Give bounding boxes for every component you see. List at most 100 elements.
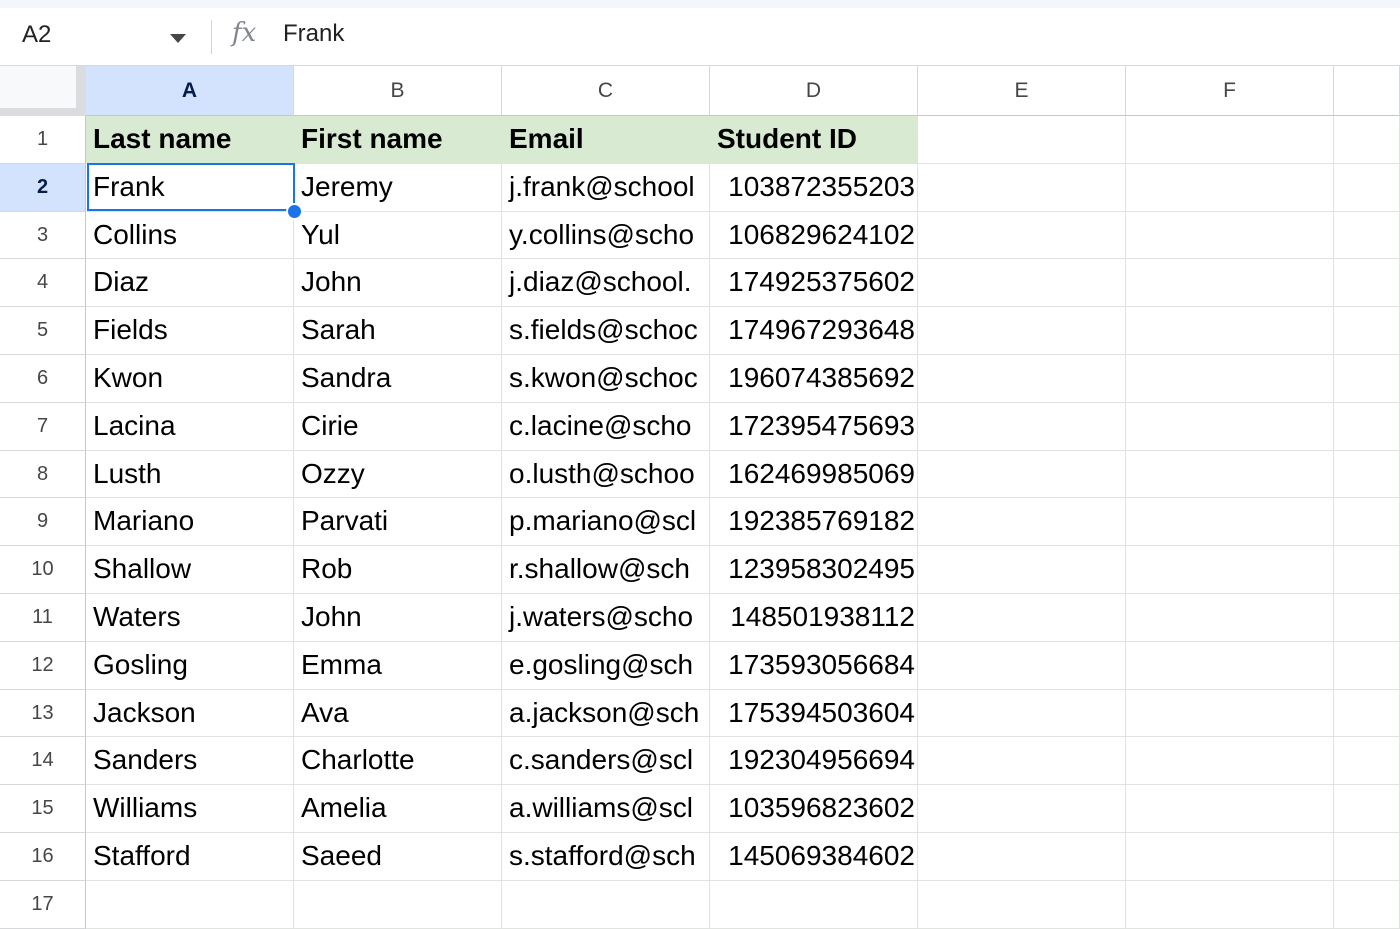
cell-f5[interactable]: [1126, 307, 1334, 355]
column-header-a[interactable]: A: [86, 66, 294, 116]
cell-c5[interactable]: s.fields@schoc: [502, 307, 710, 355]
cell-d3[interactable]: 106829624102: [710, 211, 918, 260]
cell-e3[interactable]: [918, 211, 1126, 260]
cell-a8[interactable]: Lusth: [86, 450, 294, 499]
cell-b8[interactable]: Ozzy: [294, 450, 502, 499]
cell-overflow[interactable]: [1334, 163, 1400, 212]
cell-c11[interactable]: j.waters@scho: [502, 594, 710, 642]
cell-c7[interactable]: c.lacine@scho: [502, 402, 710, 451]
cell-overflow[interactable]: [1334, 689, 1400, 738]
cell-overflow[interactable]: [1334, 307, 1400, 355]
cell-b13[interactable]: Ava: [294, 689, 502, 738]
cell-c2[interactable]: j.frank@school: [502, 163, 710, 212]
cell-a11[interactable]: Waters: [86, 594, 294, 642]
cell-f12[interactable]: [1126, 641, 1334, 690]
cell-f10[interactable]: [1126, 546, 1334, 594]
cell-e5[interactable]: [918, 307, 1126, 355]
column-header-c[interactable]: C: [502, 66, 710, 116]
cell-overflow[interactable]: [1334, 880, 1400, 929]
cell-e1[interactable]: [918, 116, 1126, 164]
cell-d4[interactable]: 174925375602: [710, 259, 918, 308]
cell-e15[interactable]: [918, 785, 1126, 833]
fill-handle[interactable]: [286, 203, 303, 220]
cell-e11[interactable]: [918, 594, 1126, 642]
cell-d15[interactable]: 103596823602: [710, 785, 918, 833]
cell-e6[interactable]: [918, 355, 1126, 403]
cell-d9[interactable]: 192385769182: [710, 498, 918, 547]
cell-b5[interactable]: Sarah: [294, 307, 502, 355]
row-header-3[interactable]: 3: [0, 211, 86, 260]
cell-overflow[interactable]: [1334, 450, 1400, 499]
cell-b12[interactable]: Emma: [294, 641, 502, 690]
cell-e10[interactable]: [918, 546, 1126, 594]
row-header-16[interactable]: 16: [0, 833, 86, 881]
cell-d6[interactable]: 196074385692: [710, 355, 918, 403]
cell-b11[interactable]: John: [294, 594, 502, 642]
cell-d17[interactable]: [710, 880, 918, 929]
cell-d14[interactable]: 192304956694: [710, 737, 918, 786]
cell-c10[interactable]: r.shallow@sch: [502, 546, 710, 594]
name-box-value[interactable]: A2: [22, 21, 51, 49]
cell-f17[interactable]: [1126, 880, 1334, 929]
cell-e16[interactable]: [918, 833, 1126, 881]
row-header-2[interactable]: 2: [0, 163, 86, 212]
cell-d10[interactable]: 123958302495: [710, 546, 918, 594]
row-header-14[interactable]: 14: [0, 737, 86, 786]
cell-c13[interactable]: a.jackson@sch: [502, 689, 710, 738]
cell-b9[interactable]: Parvati: [294, 498, 502, 547]
cell-f6[interactable]: [1126, 355, 1334, 403]
select-all-corner[interactable]: [0, 66, 86, 116]
cell-a1[interactable]: Last name: [86, 116, 294, 164]
cell-b17[interactable]: [294, 880, 502, 929]
row-header-9[interactable]: 9: [0, 498, 86, 547]
row-header-17[interactable]: 17: [0, 880, 86, 929]
row-header-12[interactable]: 12: [0, 641, 86, 690]
cell-b7[interactable]: Cirie: [294, 402, 502, 451]
cell-overflow[interactable]: [1334, 737, 1400, 786]
cell-overflow[interactable]: [1334, 546, 1400, 594]
row-header-4[interactable]: 4: [0, 259, 86, 308]
cell-a3[interactable]: Collins: [86, 211, 294, 260]
cell-d12[interactable]: 173593056684: [710, 641, 918, 690]
cell-e9[interactable]: [918, 498, 1126, 547]
cell-overflow[interactable]: [1334, 785, 1400, 833]
cell-b4[interactable]: John: [294, 259, 502, 308]
cell-b15[interactable]: Amelia: [294, 785, 502, 833]
cell-overflow[interactable]: [1334, 498, 1400, 547]
cell-c3[interactable]: y.collins@scho: [502, 211, 710, 260]
cell-overflow[interactable]: [1334, 641, 1400, 690]
cell-f15[interactable]: [1126, 785, 1334, 833]
cell-e7[interactable]: [918, 402, 1126, 451]
cell-c6[interactable]: s.kwon@schoc: [502, 355, 710, 403]
column-header-f[interactable]: F: [1126, 66, 1334, 116]
cell-a14[interactable]: Sanders: [86, 737, 294, 786]
cell-c1[interactable]: Email: [502, 116, 710, 164]
row-header-13[interactable]: 13: [0, 689, 86, 738]
cell-b6[interactable]: Sandra: [294, 355, 502, 403]
cell-c4[interactable]: j.diaz@school.: [502, 259, 710, 308]
cell-f9[interactable]: [1126, 498, 1334, 547]
row-header-10[interactable]: 10: [0, 546, 86, 594]
cell-a16[interactable]: Stafford: [86, 833, 294, 881]
cell-overflow[interactable]: [1334, 402, 1400, 451]
cell-a9[interactable]: Mariano: [86, 498, 294, 547]
cell-b3[interactable]: Yul: [294, 211, 502, 260]
row-header-6[interactable]: 6: [0, 355, 86, 403]
column-header-b[interactable]: B: [294, 66, 502, 116]
formula-input[interactable]: Frank: [283, 20, 344, 48]
frozen-column-handle[interactable]: [76, 66, 86, 108]
cell-overflow[interactable]: [1334, 833, 1400, 881]
cell-d11[interactable]: 148501938112: [710, 594, 918, 642]
column-header-d[interactable]: D: [710, 66, 918, 116]
cell-d13[interactable]: 175394503604: [710, 689, 918, 738]
row-header-11[interactable]: 11: [0, 594, 86, 642]
cell-c12[interactable]: e.gosling@sch: [502, 641, 710, 690]
cell-a7[interactable]: Lacina: [86, 402, 294, 451]
cell-c14[interactable]: c.sanders@scl: [502, 737, 710, 786]
cell-f8[interactable]: [1126, 450, 1334, 499]
cell-b16[interactable]: Saeed: [294, 833, 502, 881]
cell-e14[interactable]: [918, 737, 1126, 786]
cell-b10[interactable]: Rob: [294, 546, 502, 594]
name-box-dropdown-icon[interactable]: [166, 31, 190, 45]
cell-d7[interactable]: 172395475693: [710, 402, 918, 451]
